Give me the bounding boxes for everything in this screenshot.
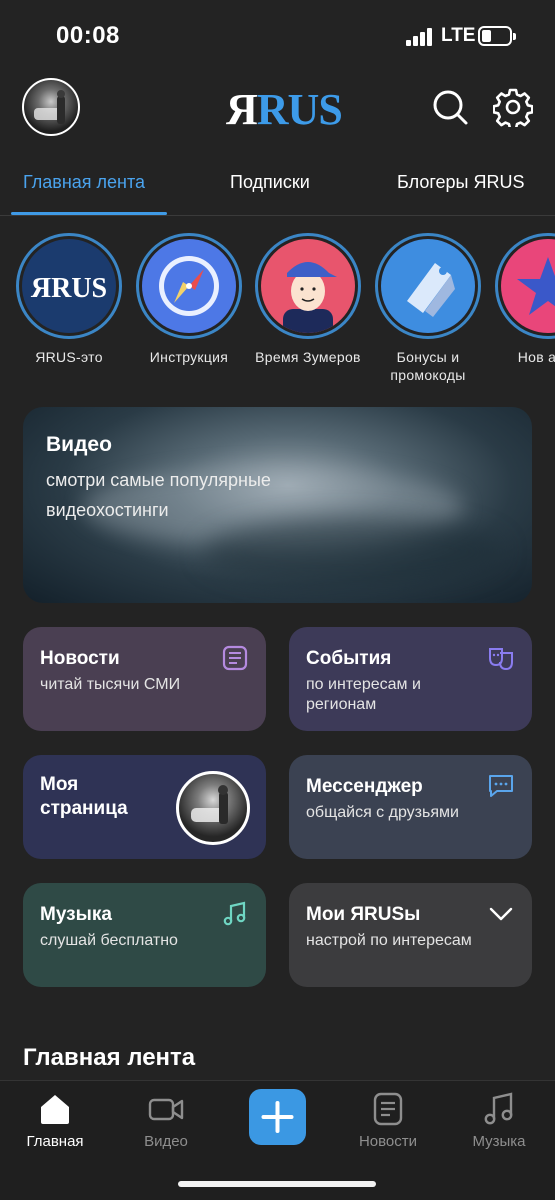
chevron-down-icon[interactable] bbox=[488, 901, 514, 927]
status-bar: 00:08 LTE bbox=[0, 0, 555, 70]
avatar bbox=[176, 771, 250, 845]
video-camera-icon bbox=[148, 1098, 184, 1121]
add-post-button[interactable] bbox=[249, 1089, 306, 1145]
home-icon bbox=[41, 1095, 69, 1124]
search-icon[interactable] bbox=[430, 87, 470, 127]
feed-heading: Главная лента bbox=[23, 1044, 196, 1071]
messenger-card-title: Мессенджер bbox=[306, 776, 423, 797]
stories-row: ЯRUS ЯRUS-это Инструкция Время Зумеров Б… bbox=[0, 233, 555, 393]
music-card-title: Музыка bbox=[40, 904, 112, 925]
story-label: ЯRUS-это bbox=[35, 349, 103, 365]
app-header: ЯRUS bbox=[0, 70, 555, 146]
nav-video[interactable]: Видео bbox=[116, 1091, 216, 1150]
messenger-card[interactable]: Мессенджер общайся с друзьями bbox=[289, 755, 532, 859]
my-page-card-title: Моя страница bbox=[40, 774, 128, 819]
events-card-title: События bbox=[306, 648, 392, 669]
status-time: 00:08 bbox=[56, 22, 120, 49]
story-label: Инструкция bbox=[149, 349, 229, 365]
music-card[interactable]: Музыка слушай бесплатно bbox=[23, 883, 266, 987]
compass-icon bbox=[159, 256, 219, 316]
tab-bloggers[interactable]: Блогеры ЯRUS bbox=[397, 172, 524, 193]
nav-news[interactable]: Новости bbox=[338, 1091, 438, 1150]
zoomer-avatar-icon bbox=[283, 262, 337, 333]
nav-home[interactable]: Главная bbox=[5, 1091, 105, 1150]
nav-label: Музыка bbox=[472, 1133, 526, 1150]
tag-icon bbox=[407, 263, 455, 317]
video-card-title: Видео bbox=[46, 433, 112, 456]
messenger-card-subtitle: общайся с друзьями bbox=[306, 804, 459, 821]
battery-icon bbox=[478, 26, 516, 46]
yarus-logo: ЯRUS bbox=[226, 85, 343, 134]
music-note-icon bbox=[484, 1092, 513, 1125]
tab-main-feed[interactable]: Главная лента bbox=[23, 172, 145, 193]
cloud-decoration bbox=[203, 517, 503, 587]
nav-label: Новости bbox=[358, 1133, 418, 1150]
my-yarus-card[interactable]: Мои ЯRUSы настрой по интересам bbox=[289, 883, 532, 987]
music-note-icon bbox=[222, 901, 248, 927]
plus-icon bbox=[261, 1101, 294, 1133]
news-card-title: Новости bbox=[40, 648, 120, 669]
events-card-subtitle: по интересам и регионам bbox=[306, 676, 421, 713]
events-card[interactable]: События по интересам и регионам bbox=[289, 627, 532, 731]
music-card-subtitle: слушай бесплатно bbox=[40, 932, 178, 949]
story-label: Время Зумеров bbox=[255, 349, 361, 365]
news-card[interactable]: Новости читай тысячи СМИ bbox=[23, 627, 266, 731]
news-icon bbox=[373, 1092, 403, 1126]
chat-icon bbox=[488, 773, 514, 799]
star-icon bbox=[517, 257, 555, 315]
story-label: Бонусы и промокоды bbox=[390, 349, 466, 383]
nav-label: Видео bbox=[144, 1133, 188, 1150]
my-yarus-card-title: Мои ЯRUSы bbox=[306, 904, 421, 925]
signal-icon bbox=[406, 28, 434, 46]
my-yarus-card-subtitle: настрой по интересам bbox=[306, 932, 472, 949]
active-tab-indicator bbox=[11, 212, 167, 215]
feed-tabs: Главная лента Подписки Блогеры ЯRUS bbox=[0, 160, 555, 216]
gear-icon[interactable] bbox=[492, 87, 534, 130]
video-card[interactable]: Видео смотри самые популярные видеохости… bbox=[23, 407, 532, 603]
news-card-subtitle: читай тысячи СМИ bbox=[40, 676, 181, 693]
tab-subscriptions[interactable]: Подписки bbox=[230, 172, 310, 193]
avatar[interactable] bbox=[22, 78, 80, 136]
nav-music[interactable]: Музыка bbox=[449, 1091, 549, 1150]
my-page-card[interactable]: Моя страница bbox=[23, 755, 266, 859]
network-label: LTE bbox=[441, 25, 476, 46]
story-label: Нов авто bbox=[517, 349, 555, 365]
video-card-subtitle: смотри самые популярные видеохостинги bbox=[46, 470, 271, 520]
theater-masks-icon bbox=[488, 645, 514, 671]
svg-text:ЯRUS: ЯRUS bbox=[31, 273, 107, 304]
news-icon bbox=[222, 645, 248, 671]
home-indicator bbox=[178, 1181, 376, 1187]
yarus-logo-icon: ЯRUS bbox=[31, 273, 107, 304]
nav-label: Главная bbox=[26, 1133, 84, 1150]
